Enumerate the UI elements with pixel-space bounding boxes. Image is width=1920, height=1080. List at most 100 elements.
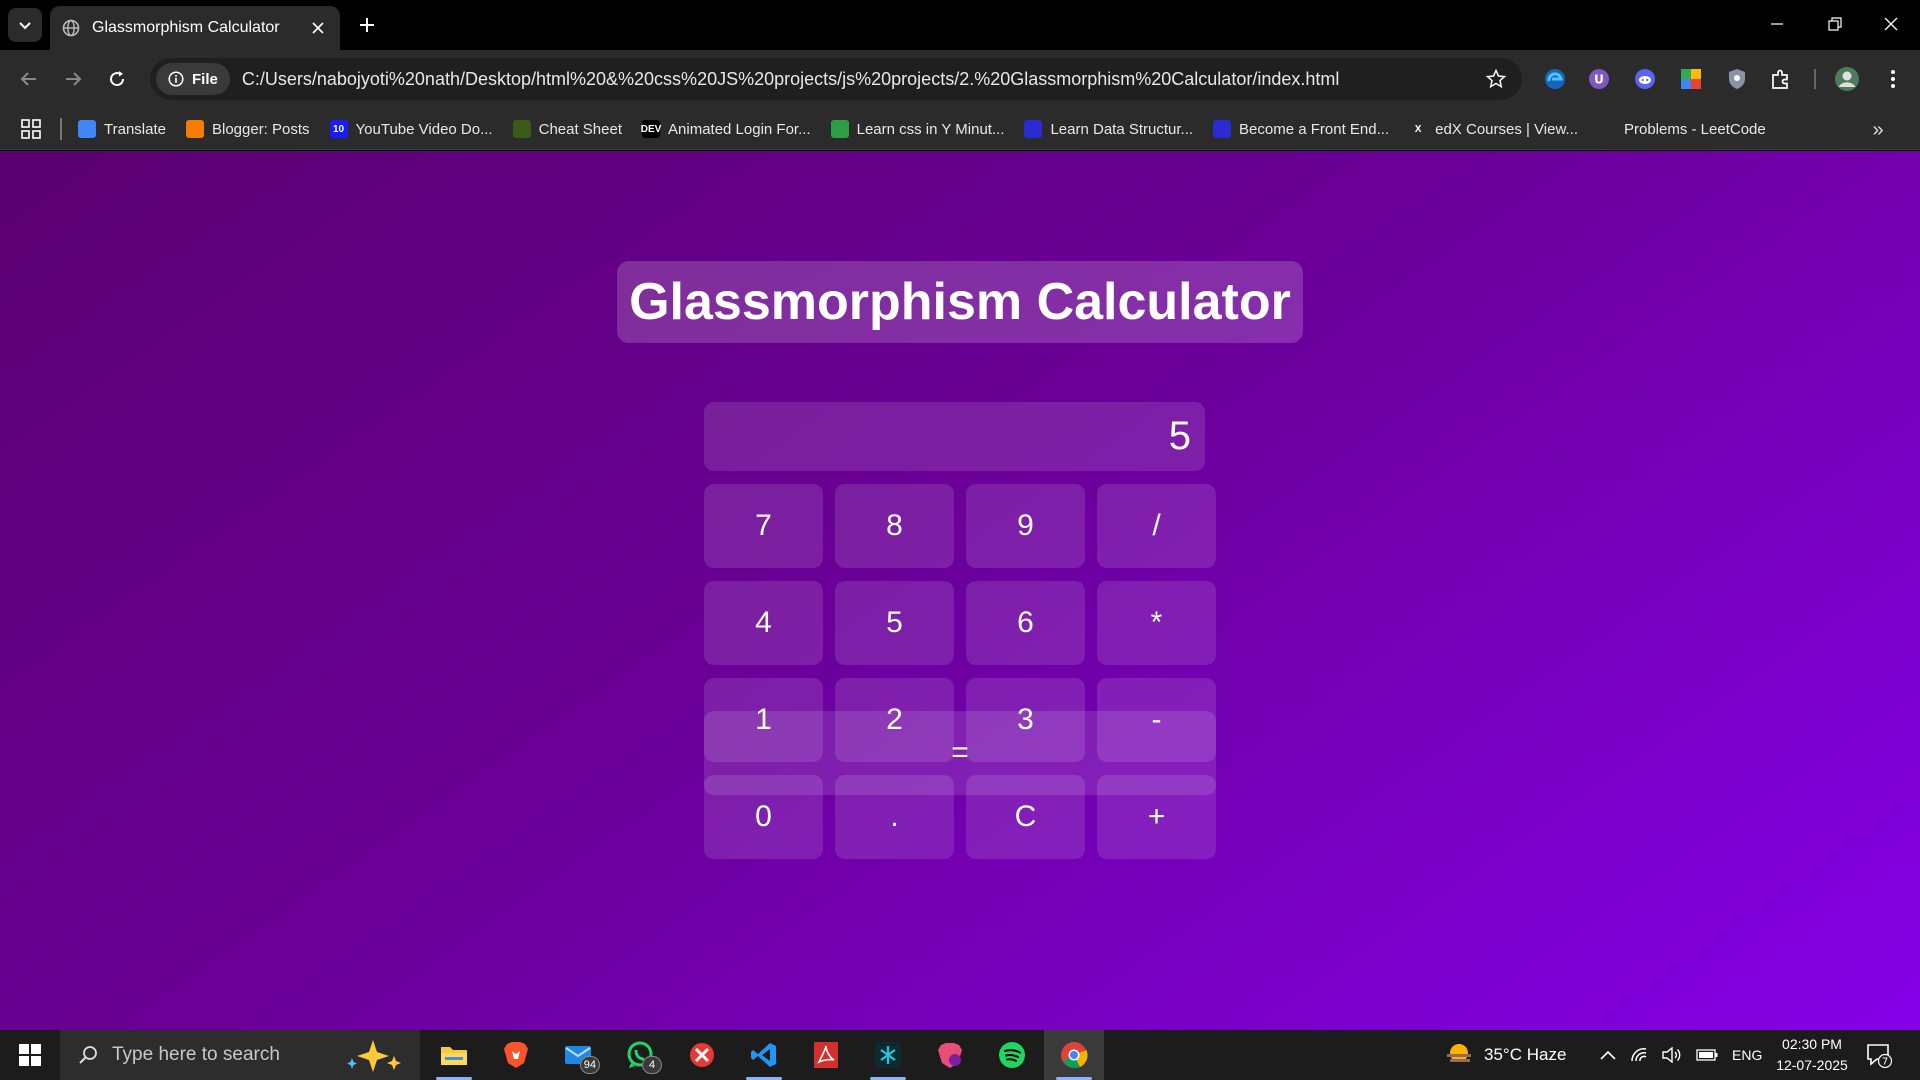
notification-count: 7 bbox=[1882, 1057, 1888, 1068]
chrome-icon bbox=[1061, 1042, 1088, 1069]
key-8[interactable]: 8 bbox=[835, 484, 954, 568]
mail-app[interactable]: 94 bbox=[548, 1030, 608, 1080]
red-app-icon bbox=[690, 1043, 714, 1067]
menu-button[interactable] bbox=[1878, 64, 1908, 94]
bookmark-item[interactable]: Translate bbox=[78, 120, 166, 138]
discord-extension-icon[interactable] bbox=[1630, 64, 1660, 94]
chrome-app[interactable] bbox=[1044, 1030, 1104, 1080]
key-9[interactable]: 9 bbox=[966, 484, 1085, 568]
new-tab-button[interactable] bbox=[352, 10, 382, 40]
tab-close-icon[interactable] bbox=[308, 18, 328, 38]
copilot-sparkle-icon[interactable] bbox=[338, 1038, 408, 1072]
youtube-downloader-icon: 10 bbox=[329, 120, 348, 138]
restore-button[interactable] bbox=[1806, 0, 1864, 48]
vscode-app[interactable] bbox=[734, 1030, 794, 1080]
colorful-extension-icon[interactable] bbox=[1676, 64, 1706, 94]
bookmark-label: YouTube Video Do... bbox=[355, 120, 493, 138]
tab-active[interactable]: Glassmorphism Calculator bbox=[50, 6, 340, 50]
extensions-puzzle-icon[interactable] bbox=[1766, 64, 1796, 94]
wifi-icon[interactable] bbox=[1630, 1047, 1648, 1063]
bookmarks-bar: Translate Blogger: Posts 10 YouTube Video D… bbox=[0, 108, 1920, 150]
back-button[interactable] bbox=[14, 64, 44, 94]
forward-button[interactable] bbox=[58, 64, 88, 94]
bookmark-item[interactable]: Problems - LeetCode bbox=[1597, 120, 1766, 138]
clock-time: 02:30 PM bbox=[1782, 1036, 1842, 1052]
taskbar-search[interactable]: Type here to search bbox=[60, 1030, 420, 1080]
bookmark-star-button[interactable] bbox=[1478, 61, 1514, 97]
volume-icon[interactable] bbox=[1662, 1047, 1682, 1063]
whatsapp-app[interactable]: 4 bbox=[610, 1030, 670, 1080]
tab-bar: Glassmorphism Calculator bbox=[0, 0, 1920, 50]
file-explorer-app[interactable] bbox=[424, 1030, 484, 1080]
clock-date: 12-07-2025 bbox=[1776, 1057, 1848, 1073]
apps-grid-icon[interactable] bbox=[20, 118, 42, 140]
url-text[interactable]: C:/Users/nabojyoti%20nath/Desktop/html%2… bbox=[242, 69, 1478, 90]
plus-icon bbox=[360, 18, 374, 32]
pdf-icon bbox=[814, 1042, 838, 1068]
bookmark-label: Cheat Sheet bbox=[538, 120, 623, 138]
bookmark-item[interactable]: Learn css in Y Minut... bbox=[830, 120, 1004, 138]
tab-title: Glassmorphism Calculator bbox=[92, 19, 280, 36]
brave-lion-icon bbox=[504, 1042, 528, 1068]
dark-app[interactable] bbox=[858, 1030, 918, 1080]
edge-extension-icon[interactable] bbox=[1540, 64, 1570, 94]
key-6[interactable]: 6 bbox=[966, 581, 1085, 665]
battery-icon[interactable] bbox=[1696, 1049, 1718, 1061]
spotify-app[interactable] bbox=[982, 1030, 1042, 1080]
u-extension-icon[interactable]: U bbox=[1584, 64, 1614, 94]
start-button[interactable] bbox=[0, 1030, 60, 1080]
chevron-up-icon[interactable] bbox=[1600, 1050, 1616, 1060]
bookmark-item[interactable]: Cheat Sheet bbox=[512, 120, 623, 138]
bug-app-icon bbox=[875, 1042, 901, 1068]
key-7[interactable]: 7 bbox=[704, 484, 823, 568]
app-red-icon[interactable] bbox=[672, 1030, 732, 1080]
key-5[interactable]: 5 bbox=[835, 581, 954, 665]
leetcode-icon bbox=[1597, 120, 1616, 138]
sun-haze-icon bbox=[1447, 1044, 1471, 1062]
close-window-button[interactable] bbox=[1862, 0, 1920, 48]
acrobat-app[interactable] bbox=[796, 1030, 856, 1080]
dev-icon: DEV bbox=[641, 120, 661, 138]
clock[interactable]: 02:30 PM 12-07-2025 bbox=[1764, 1034, 1860, 1076]
blogger-icon bbox=[185, 120, 204, 138]
whatsapp-badge: 4 bbox=[642, 1056, 662, 1074]
tab-search-button[interactable] bbox=[8, 8, 42, 42]
page-title: Glassmorphism Calculator bbox=[617, 261, 1303, 343]
key-divide[interactable]: / bbox=[1097, 484, 1216, 568]
system-tray: ENG bbox=[1600, 1030, 1762, 1080]
address-bar[interactable]: File C:/Users/nabojyoti%20nath/Desktop/h… bbox=[150, 58, 1522, 100]
restore-icon bbox=[1828, 17, 1842, 31]
bookmarks-overflow-chevron-icon[interactable]: » bbox=[1866, 118, 1890, 142]
minimize-button[interactable] bbox=[1748, 0, 1806, 48]
shield-extension-icon[interactable] bbox=[1722, 64, 1752, 94]
frontend-icon bbox=[1213, 120, 1232, 138]
calculator-page: Glassmorphism Calculator 5 7 8 9/4 5 6 * 1 2 3-0… bbox=[0, 151, 1920, 1030]
bookmark-item[interactable]: Learn Data Structur... bbox=[1024, 120, 1193, 138]
bookmark-item[interactable]: Become a Front End... bbox=[1213, 120, 1389, 138]
vscode-icon bbox=[751, 1043, 776, 1067]
bookmark-item[interactable]: 10 YouTube Video Do... bbox=[329, 120, 493, 138]
bookmarks-divider bbox=[60, 118, 62, 140]
profile-avatar[interactable] bbox=[1832, 64, 1862, 94]
arrow-right-icon bbox=[66, 72, 82, 86]
mail-badge: 94 bbox=[579, 1056, 600, 1074]
bookmark-item[interactable]: Blogger: Posts bbox=[185, 120, 310, 138]
brave-beta-app[interactable] bbox=[920, 1030, 980, 1080]
site-chip-label: File bbox=[192, 70, 218, 88]
language-indicator[interactable]: ENG bbox=[1732, 1047, 1762, 1063]
minimize-icon bbox=[1771, 23, 1783, 25]
windows-taskbar: Type here to search 94 4 35°C Haze ENG 0… bbox=[0, 1030, 1920, 1080]
bookmark-item[interactable]: DEV Animated Login For... bbox=[641, 120, 811, 138]
notification-center-icon[interactable]: 7 bbox=[1866, 1042, 1892, 1068]
svg-text:U: U bbox=[1594, 73, 1604, 87]
weather-widget[interactable]: 35°C Haze bbox=[1444, 1030, 1566, 1080]
more-vertical-icon bbox=[1891, 70, 1895, 88]
bookmark-item[interactable]: XedX Courses | View... bbox=[1409, 120, 1578, 138]
browser-toolbar: File C:/Users/nabojyoti%20nath/Desktop/h… bbox=[0, 50, 1920, 108]
key-multiply[interactable]: * bbox=[1097, 581, 1216, 665]
key-4[interactable]: 4 bbox=[704, 581, 823, 665]
key-equals[interactable]: = bbox=[704, 711, 1216, 795]
brave-app[interactable] bbox=[486, 1030, 546, 1080]
site-info-chip[interactable]: File bbox=[156, 63, 230, 95]
reload-button[interactable] bbox=[102, 64, 132, 94]
